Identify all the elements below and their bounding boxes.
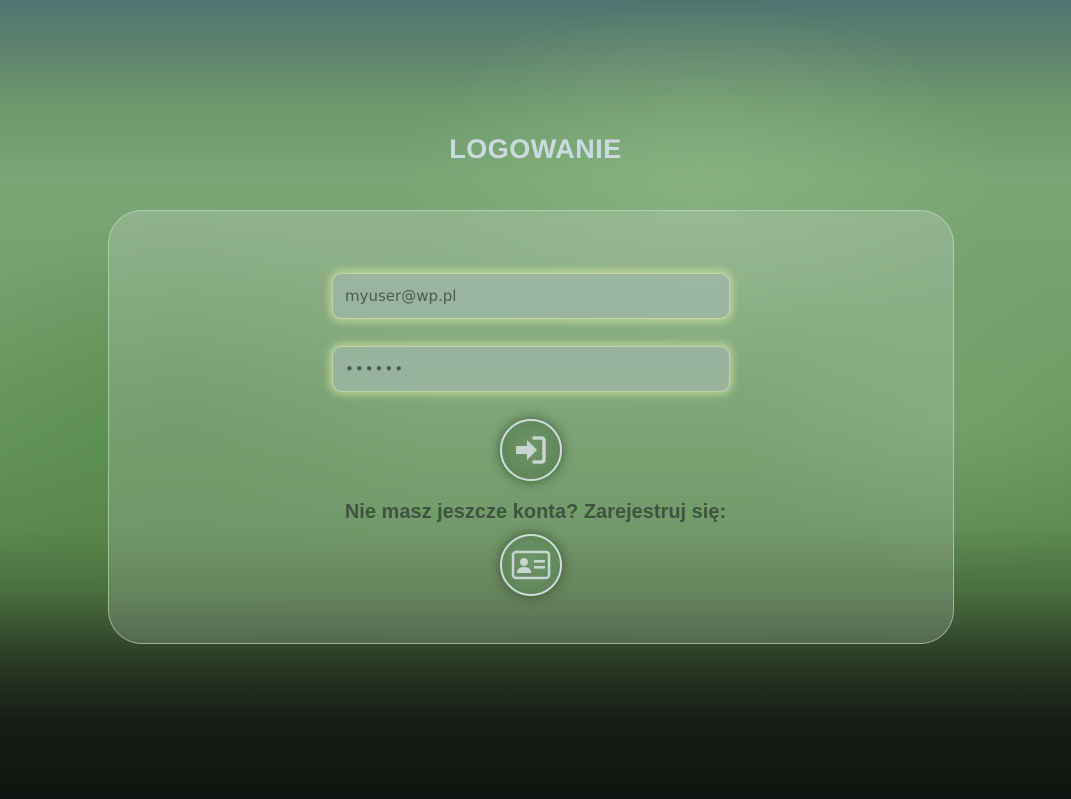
register-button[interactable] <box>500 534 562 596</box>
login-button[interactable] <box>500 419 562 481</box>
id-card-icon <box>511 550 551 580</box>
page-title: LOGOWANIE <box>449 134 622 164</box>
password-input[interactable]: •••••• <box>332 346 730 392</box>
sign-in-arrow-icon <box>516 436 546 464</box>
email-input[interactable] <box>332 273 730 319</box>
register-prompt: Nie masz jeszcze konta? Zarejestruj się: <box>344 501 727 523</box>
password-masked-value: •••••• <box>345 360 405 378</box>
